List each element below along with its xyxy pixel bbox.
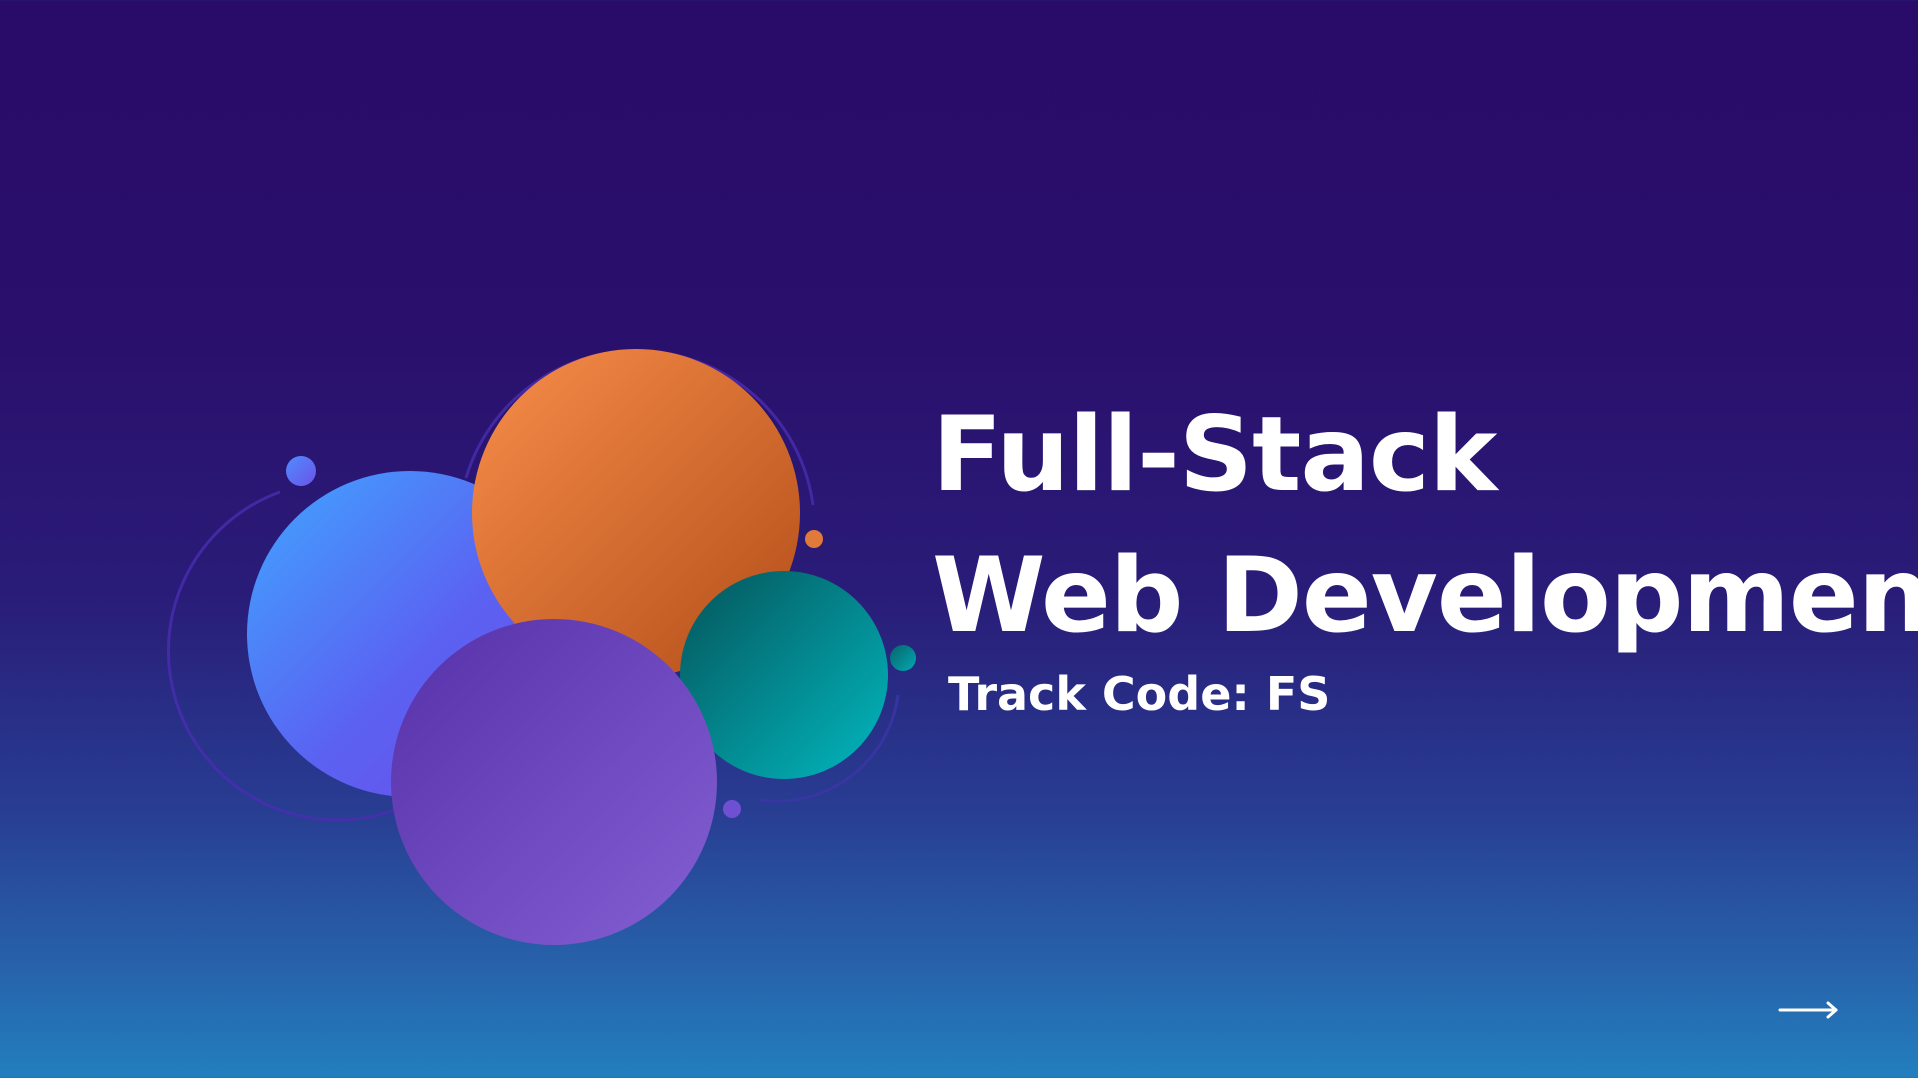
- teal-dot: [890, 645, 916, 671]
- slide-title-line-2: Web Development: [932, 536, 1918, 656]
- blue-dot: [286, 456, 316, 486]
- purple-circle: [391, 619, 717, 945]
- slide-title: Full-Stack Web Development: [932, 385, 1918, 667]
- purple-dot: [723, 800, 741, 818]
- orange-dot: [805, 530, 823, 548]
- slide-title-line-1: Full-Stack: [932, 395, 1497, 515]
- next-slide-button[interactable]: [1772, 992, 1844, 1032]
- arrow-right-icon: [1778, 1001, 1838, 1019]
- track-code-subtitle: Track Code: FS: [948, 667, 1331, 721]
